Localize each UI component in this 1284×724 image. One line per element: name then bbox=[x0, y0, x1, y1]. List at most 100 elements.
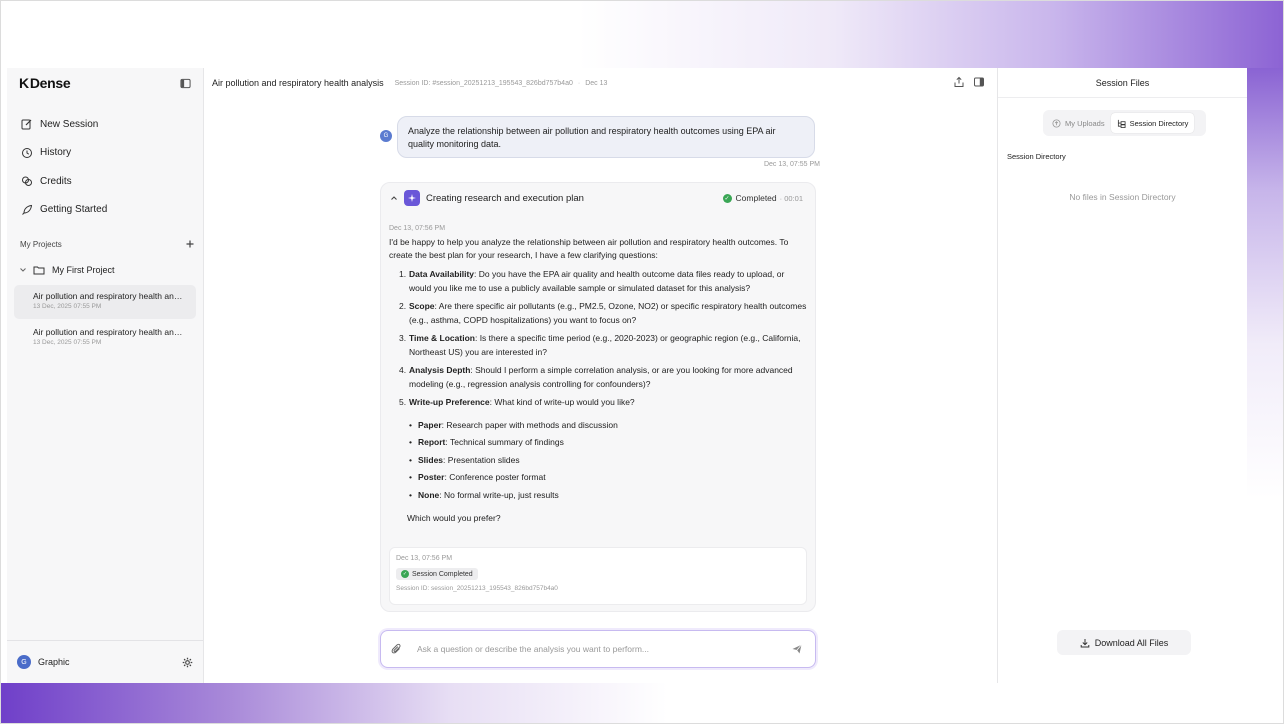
avatar: G bbox=[17, 655, 31, 669]
main-panel: Air pollution and respiratory health ana… bbox=[204, 68, 998, 683]
paperclip-icon[interactable] bbox=[391, 643, 405, 655]
sidebar: K Dens e New Session History Credits Get… bbox=[7, 68, 204, 683]
option-term: Slides bbox=[418, 454, 444, 465]
logo-text: Dens bbox=[29, 75, 63, 91]
separator: · bbox=[577, 79, 581, 87]
user-avatar: G bbox=[380, 130, 392, 142]
session-box-id: Session ID: session_20251213_195543_826b… bbox=[396, 585, 558, 592]
background-gradient-bottom bbox=[0, 683, 1284, 724]
check-circle-icon: ✓ bbox=[722, 193, 732, 203]
credits-icon bbox=[20, 174, 34, 188]
sidebar-item-label: Credits bbox=[40, 175, 72, 187]
status-text: Completed bbox=[735, 193, 777, 203]
user-row: G Graphic bbox=[7, 640, 203, 683]
list-item: • Paper: Research paper with methods and … bbox=[409, 419, 807, 432]
option-term: Poster bbox=[418, 472, 445, 483]
list-number: 5. bbox=[399, 397, 407, 407]
sidebar-item-history[interactable]: History bbox=[7, 139, 203, 168]
tab-session-directory[interactable]: Session Directory bbox=[1110, 113, 1195, 133]
question-term: Data Availability bbox=[409, 269, 475, 279]
user-message-bubble: Analyze the relationship between air pol… bbox=[397, 116, 815, 158]
add-project-icon[interactable] bbox=[185, 239, 195, 249]
rocket-icon bbox=[20, 203, 34, 217]
session-title: Air pollution and respiratory health ana… bbox=[33, 291, 183, 301]
session-item[interactable]: Air pollution and respiratory health ana… bbox=[14, 321, 196, 355]
project-folder[interactable]: My First Project bbox=[7, 261, 203, 279]
question-text: : Are there specific air pollutants (e.g… bbox=[409, 301, 807, 325]
option-text: : Conference poster format bbox=[444, 472, 546, 483]
sidebar-nav: New Session History Credits Getting Star… bbox=[7, 110, 203, 224]
user-profile[interactable]: G Graphic bbox=[17, 655, 70, 669]
topbar: Air pollution and respiratory health ana… bbox=[204, 68, 997, 98]
session-summary-box: Dec 13, 07:56 PM ✓ Session Completed Ses… bbox=[389, 547, 807, 605]
projects-header: My Projects bbox=[7, 235, 203, 253]
list-item: • Poster: Conference poster format bbox=[409, 471, 807, 484]
plan-card: Creating research and execution plan ✓ C… bbox=[380, 182, 816, 612]
bullet: • bbox=[409, 489, 412, 500]
plan-card-body: Dec 13, 07:56 PM I'd be happy to help yo… bbox=[381, 225, 815, 523]
tab-label: Session Directory bbox=[1129, 118, 1189, 128]
sidebar-item-getting-started[interactable]: Getting Started bbox=[7, 196, 203, 225]
list-number: 3. bbox=[399, 333, 407, 343]
logo-text-suffix: e bbox=[62, 75, 71, 91]
session-title: Air pollution and respiratory health ana… bbox=[33, 327, 183, 337]
background-gradient-top bbox=[0, 0, 1284, 68]
background-gradient-right bbox=[1247, 68, 1284, 683]
session-date: Dec 13 bbox=[585, 79, 608, 87]
files-tabs: My Uploads Session Directory bbox=[1043, 110, 1206, 136]
sidebar-item-new-session[interactable]: New Session bbox=[7, 110, 203, 139]
user-name: Graphic bbox=[38, 657, 70, 667]
session-id: Session ID: #session_20251213_195543_826… bbox=[394, 79, 573, 87]
list-item: 4. Analysis Depth: Should I perform a sim… bbox=[399, 363, 807, 391]
folder-tree-icon bbox=[1117, 119, 1126, 128]
topbar-actions bbox=[953, 76, 985, 88]
question-text: : What kind of write-up would you like? bbox=[489, 397, 635, 407]
list-item: 1. Data Availability: Do you have the EPA… bbox=[399, 267, 807, 295]
send-icon[interactable] bbox=[791, 643, 805, 655]
plan-intro: I'd be happy to help you analyze the rel… bbox=[389, 237, 789, 260]
gear-icon[interactable] bbox=[182, 657, 193, 668]
panel-title: Session Files bbox=[998, 68, 1247, 98]
section-heading: Session Directory bbox=[1007, 152, 1066, 161]
project-name: My First Project bbox=[52, 265, 115, 275]
bullet: • bbox=[409, 437, 412, 448]
status-badge: ✓ Completed · 00:01 bbox=[722, 193, 803, 203]
chevron-up-icon[interactable] bbox=[390, 194, 398, 202]
sparkle-icon bbox=[404, 190, 420, 206]
logo[interactable]: K Dens e bbox=[19, 75, 71, 91]
session-date: 13 Dec, 2025 07:55 PM bbox=[33, 339, 102, 346]
chat-input[interactable] bbox=[417, 644, 791, 654]
chevron-down-icon[interactable] bbox=[19, 266, 29, 274]
logo-row: K Dens e bbox=[7, 68, 203, 98]
list-item: 3. Time & Location: Is there a specific t… bbox=[399, 331, 807, 359]
plan-card-header[interactable]: Creating research and execution plan ✓ C… bbox=[381, 183, 815, 213]
question-term: Analysis Depth bbox=[409, 365, 471, 375]
edit-icon bbox=[20, 117, 34, 131]
tab-label: My Uploads bbox=[1065, 118, 1105, 128]
empty-state: No files in Session Directory bbox=[1069, 192, 1176, 202]
session-files-panel: Session Files My Uploads Session Directo… bbox=[998, 68, 1247, 683]
download-icon bbox=[1080, 638, 1090, 648]
composer bbox=[380, 630, 816, 668]
download-all-button[interactable]: Download All Files bbox=[1057, 630, 1191, 655]
options-list: • Paper: Research paper with methods and … bbox=[389, 419, 807, 502]
app-window: K Dens e New Session History Credits Get… bbox=[7, 68, 1247, 683]
tab-my-uploads[interactable]: My Uploads bbox=[1046, 113, 1111, 133]
option-text: : Technical summary of findings bbox=[445, 437, 564, 448]
list-item: 5. Write-up Preference: What kind of writ… bbox=[399, 395, 807, 409]
page-title: Air pollution and respiratory health ana… bbox=[212, 78, 384, 88]
session-box-timestamp: Dec 13, 07:56 PM bbox=[396, 555, 453, 562]
list-item: • Report: Technical summary of findings bbox=[409, 436, 807, 449]
sidebar-item-label: History bbox=[40, 147, 72, 159]
toggle-sidebar-icon[interactable] bbox=[177, 75, 193, 91]
bullet: • bbox=[409, 472, 412, 483]
share-icon[interactable] bbox=[953, 76, 965, 88]
list-item: • None: No formal write-up, just results bbox=[409, 489, 807, 502]
question-term: Write-up Preference bbox=[409, 397, 490, 407]
status-duration: · 00:01 bbox=[779, 193, 803, 203]
toggle-panel-icon[interactable] bbox=[973, 76, 985, 88]
option-term: Report bbox=[418, 437, 446, 448]
projects-heading: My Projects bbox=[20, 239, 62, 249]
session-item-active[interactable]: Air pollution and respiratory health ana… bbox=[14, 285, 196, 319]
sidebar-item-credits[interactable]: Credits bbox=[7, 167, 203, 196]
